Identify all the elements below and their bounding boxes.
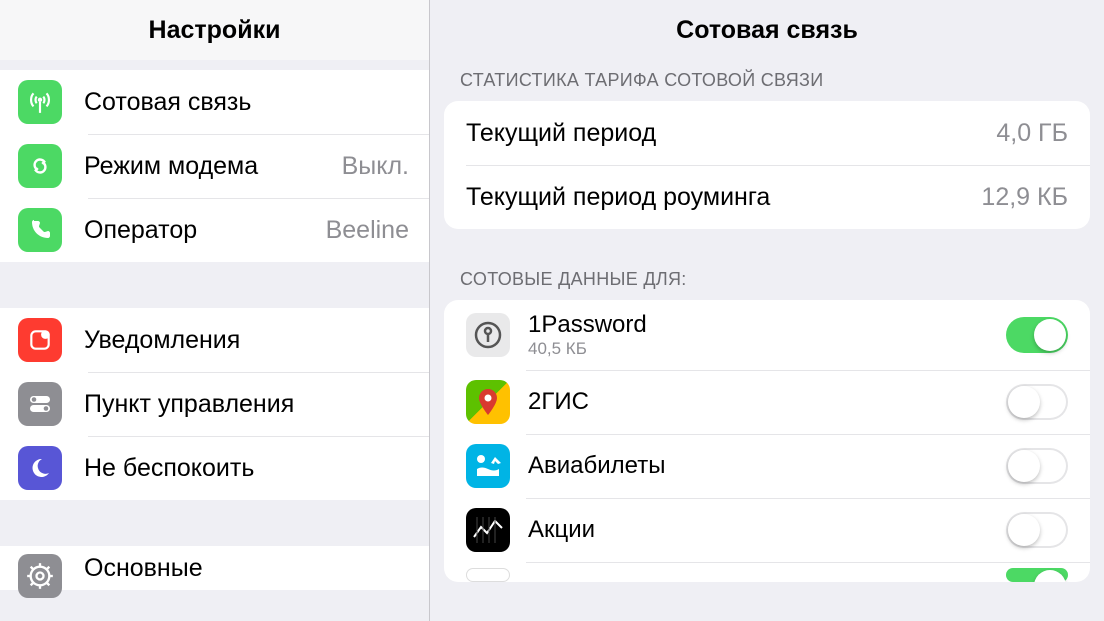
app-row-2gis[interactable]: 2ГИС bbox=[444, 370, 1090, 434]
notifications-icon bbox=[18, 318, 62, 362]
app-name: Авиабилеты bbox=[528, 452, 1006, 480]
app-toggle[interactable] bbox=[1006, 512, 1068, 548]
sidebar-title: Настройки bbox=[0, 0, 429, 60]
link-icon bbox=[18, 144, 62, 188]
apps-section-header: СОТОВЫЕ ДАННЫЕ ДЛЯ: bbox=[430, 259, 1104, 300]
app-name: 1Password bbox=[528, 311, 1006, 339]
app-row-partial[interactable] bbox=[444, 562, 1090, 582]
stats-section-header: СТАТИСТИКА ТАРИФА СОТОВОЙ СВЯЗИ bbox=[430, 60, 1104, 101]
sidebar-group-system: Уведомления Пункт управления Не беспокои… bbox=[0, 308, 429, 500]
main-title: Сотовая связь bbox=[430, 0, 1104, 60]
sidebar-item-label: Не беспокоить bbox=[84, 454, 413, 483]
sidebar-item-carrier[interactable]: Оператор Beeline bbox=[0, 198, 429, 262]
main-panel: Сотовая связь СТАТИСТИКА ТАРИФА СОТОВОЙ … bbox=[430, 0, 1104, 621]
sidebar-item-general[interactable]: Основные bbox=[0, 546, 429, 590]
toggles-icon bbox=[18, 382, 62, 426]
stats-group: Текущий период 4,0 ГБ Текущий период роу… bbox=[444, 101, 1090, 229]
stat-current-period[interactable]: Текущий период 4,0 ГБ bbox=[444, 101, 1090, 165]
sidebar-item-value: Выкл. bbox=[342, 152, 409, 181]
app-row-skyscanner[interactable]: Авиабилеты bbox=[444, 434, 1090, 498]
apps-group: 1Password 40,5 КБ 2ГИС Авиабилеты bbox=[444, 300, 1090, 582]
app-icon-partial bbox=[466, 568, 510, 582]
app-row-1password[interactable]: 1Password 40,5 КБ bbox=[444, 300, 1090, 370]
stat-label: Текущий период bbox=[466, 119, 996, 148]
stat-value: 4,0 ГБ bbox=[996, 119, 1068, 148]
sidebar-item-label: Уведомления bbox=[84, 326, 413, 355]
stat-value: 12,9 КБ bbox=[981, 183, 1068, 212]
app-toggle[interactable] bbox=[1006, 317, 1068, 353]
sidebar-item-dnd[interactable]: Не беспокоить bbox=[0, 436, 429, 500]
app-toggle[interactable] bbox=[1006, 568, 1068, 582]
gear-icon bbox=[18, 554, 62, 598]
sidebar-group-general: Основные bbox=[0, 546, 429, 590]
app-name: Акции bbox=[528, 516, 1006, 544]
app-row-stocks[interactable]: Акции bbox=[444, 498, 1090, 562]
sidebar-item-control-center[interactable]: Пункт управления bbox=[0, 372, 429, 436]
stat-label: Текущий период роуминга bbox=[466, 183, 981, 212]
app-icon-stocks bbox=[466, 508, 510, 552]
sidebar-item-value: Beeline bbox=[326, 216, 409, 245]
antenna-icon bbox=[18, 80, 62, 124]
app-icon-skyscanner bbox=[466, 444, 510, 488]
sidebar-item-cellular[interactable]: Сотовая связь bbox=[0, 70, 429, 134]
sidebar-group-connectivity: Сотовая связь Режим модема Выкл. Операто… bbox=[0, 70, 429, 262]
sidebar-item-label: Пункт управления bbox=[84, 390, 413, 419]
phone-icon bbox=[18, 208, 62, 252]
app-toggle[interactable] bbox=[1006, 448, 1068, 484]
sidebar-item-label: Оператор bbox=[84, 216, 326, 245]
app-toggle[interactable] bbox=[1006, 384, 1068, 420]
sidebar: Настройки Сотовая связь Режим модема Вык… bbox=[0, 0, 430, 621]
sidebar-item-label: Режим модема bbox=[84, 152, 342, 181]
app-name: 2ГИС bbox=[528, 388, 1006, 416]
app-icon-2gis bbox=[466, 380, 510, 424]
sidebar-item-label: Основные bbox=[84, 554, 413, 583]
sidebar-item-hotspot[interactable]: Режим модема Выкл. bbox=[0, 134, 429, 198]
app-usage: 40,5 КБ bbox=[528, 339, 1006, 359]
moon-icon bbox=[18, 446, 62, 490]
stat-roaming-period[interactable]: Текущий период роуминга 12,9 КБ bbox=[444, 165, 1090, 229]
sidebar-item-notifications[interactable]: Уведомления bbox=[0, 308, 429, 372]
app-icon-1password bbox=[466, 313, 510, 357]
sidebar-item-label: Сотовая связь bbox=[84, 88, 409, 117]
